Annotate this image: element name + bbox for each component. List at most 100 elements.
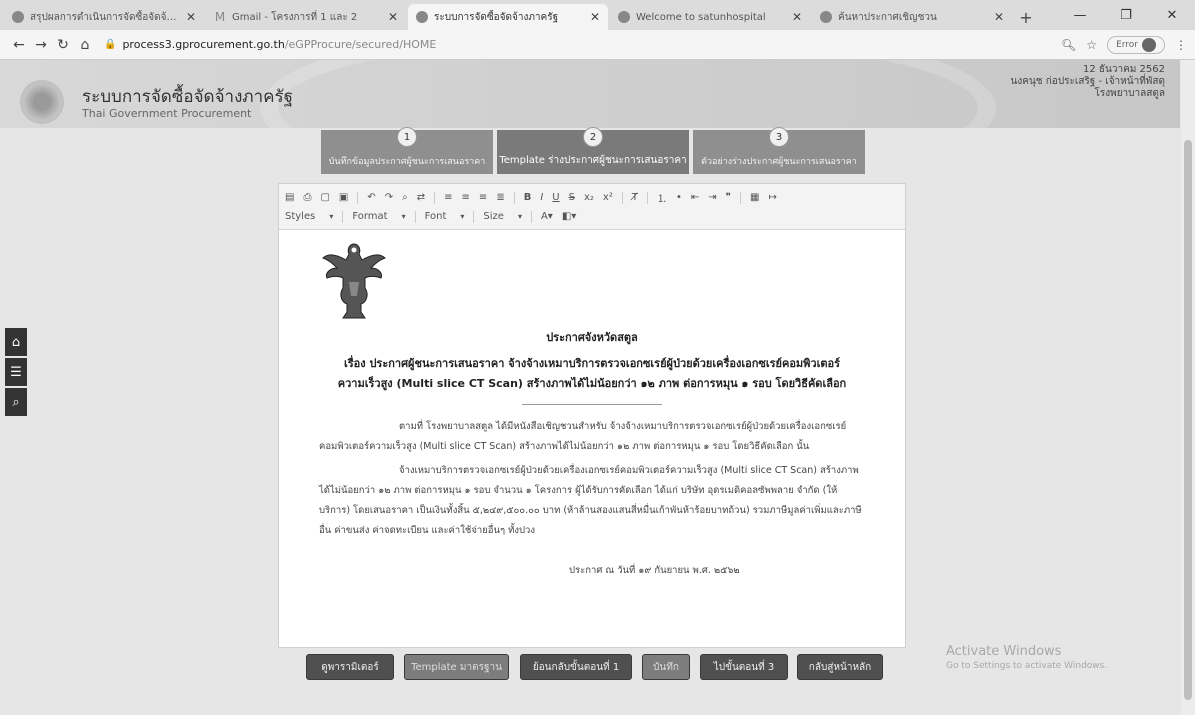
header-date: 12 ธันวาคม 2562 (1083, 64, 1165, 75)
rich-text-editor: ▤ ⎙ ▢ ▣ ↶ ↷ ⌕ ⇄ ≡ ≡ ≡ ≣ B I U S x₂ x² T̸… (278, 183, 906, 648)
bold-icon[interactable]: B (524, 192, 532, 203)
horizontal-rule-icon[interactable]: ↦ (768, 192, 776, 203)
home-icon[interactable]: ⌂ (74, 37, 96, 53)
scrollbar-thumb[interactable] (1184, 140, 1192, 700)
reload-icon[interactable]: ↻ (52, 37, 74, 53)
paste-text-icon[interactable]: ▣ (339, 192, 348, 203)
globe-icon (618, 11, 630, 23)
url-path: /eGPProcure/secured/HOME (284, 38, 437, 51)
go-to-step-3-button[interactable]: ไปขั้นตอนที่ 3 (700, 654, 788, 680)
numbered-list-icon[interactable]: ⒈ (657, 190, 667, 205)
browser-tab-1[interactable]: สรุปผลการดำเนินการจัดซื้อจัดจ้าง (รา ✕ (4, 4, 204, 30)
styles-dropdown[interactable]: Styles ▾ (285, 211, 333, 222)
document-paragraph-1: ตามที่ โรงพยาบาลสตูล ได้มีหนังสือเชิญชวน… (319, 421, 847, 452)
outdent-icon[interactable]: ⇤ (691, 192, 699, 203)
hamburger-menu-icon[interactable]: ☰ (5, 358, 27, 386)
page-scrollbar[interactable] (1181, 60, 1195, 715)
back-to-home-button[interactable]: กลับสู่หน้าหลัก (797, 654, 883, 680)
browser-tab-2[interactable]: M Gmail - โครงการที่ 1 และ 2 ✕ (206, 4, 406, 30)
standard-template-button[interactable]: Template มาตรฐาน (404, 654, 509, 680)
paste-icon[interactable]: ▢ (320, 192, 329, 203)
text-color-icon[interactable]: A▾ (541, 211, 553, 222)
avatar-icon (1142, 37, 1156, 52)
watermark-line-1: Activate Windows (946, 644, 1062, 659)
close-tab-icon[interactable]: ✕ (994, 10, 1004, 24)
browser-tab-5[interactable]: ค้นหาประกาศเชิญชวน ✕ (812, 4, 1012, 30)
search-icon[interactable]: ⌕ (5, 388, 27, 416)
step-2[interactable]: 2 Template ร่างประกาศผู้ชนะการเสนอราคา (497, 127, 689, 174)
close-tab-icon[interactable]: ✕ (186, 10, 196, 24)
format-label: Format (352, 211, 388, 222)
side-toolbar: ⌂ ☰ ⌕ (5, 328, 27, 418)
step-number: 3 (769, 127, 789, 147)
profile-button[interactable]: Error (1107, 35, 1165, 54)
strikethrough-icon[interactable]: S (569, 192, 575, 203)
close-tab-icon[interactable]: ✕ (388, 10, 398, 24)
editor-toolbar: ▤ ⎙ ▢ ▣ ↶ ↷ ⌕ ⇄ ≡ ≡ ≡ ≣ B I U S x₂ x² T̸… (279, 184, 905, 230)
background-color-icon[interactable]: ◧▾ (562, 211, 576, 222)
document-subject: เรื่อง ประกาศผู้ชนะการเสนอราคา จ้างจ้างเ… (337, 357, 847, 390)
step-1[interactable]: 1 บันทึกข้อมูลประกาศผู้ชนะการเสนอราคา (321, 127, 493, 174)
styles-label: Styles (285, 211, 316, 222)
menu-icon[interactable]: ⋮ (1175, 38, 1187, 52)
print-icon[interactable]: ⎙ (303, 192, 311, 203)
home-icon[interactable]: ⌂ (5, 328, 27, 356)
align-left-icon[interactable]: ≡ (444, 192, 452, 203)
star-icon[interactable]: ☆ (1086, 38, 1097, 52)
browser-tab-4[interactable]: Welcome to satunhospital ✕ (610, 4, 810, 30)
align-justify-icon[interactable]: ≣ (496, 192, 504, 203)
size-dropdown[interactable]: Size ▾ (483, 211, 522, 222)
redo-icon[interactable]: ↷ (385, 192, 393, 203)
browser-tab-3[interactable]: ระบบการจัดซื้อจัดจ้างภาครัฐ ✕ (408, 4, 608, 30)
step-label: บันทึกข้อมูลประกาศผู้ชนะการเสนอราคา (328, 157, 486, 167)
tab-title: Welcome to satunhospital (636, 11, 766, 23)
replace-icon[interactable]: ⇄ (417, 192, 425, 203)
blockquote-icon[interactable]: ❞ (726, 192, 731, 203)
italic-icon[interactable]: I (540, 192, 543, 203)
find-icon[interactable]: ⌕ (402, 192, 408, 203)
save-button[interactable]: บันทึก (642, 654, 690, 680)
font-dropdown[interactable]: Font ▾ (425, 211, 465, 222)
editor-content[interactable]: ประกาศจังหวัดสตูล เรื่อง ประกาศผู้ชนะการ… (279, 230, 905, 578)
back-icon[interactable]: ← (8, 37, 30, 53)
superscript-icon[interactable]: x² (603, 192, 613, 203)
bullet-list-icon[interactable]: • (676, 192, 682, 203)
back-to-step-1-button[interactable]: ย้อนกลับขั้นตอนที่ 1 (520, 654, 632, 680)
remove-format-icon[interactable]: T̸ (632, 192, 638, 203)
align-right-icon[interactable]: ≡ (479, 192, 487, 203)
close-tab-icon[interactable]: ✕ (590, 10, 600, 24)
underline-icon[interactable]: U (552, 192, 559, 203)
lock-icon: 🔒 (104, 39, 117, 50)
minimize-icon[interactable]: — (1057, 0, 1103, 30)
tab-title: ค้นหาประกาศเชิญชวน (838, 11, 937, 23)
tab-title: ระบบการจัดซื้อจัดจ้างภาครัฐ (434, 11, 559, 23)
step-3[interactable]: 3 ตัวอย่างร่างประกาศผู้ชนะการเสนอราคา (693, 127, 865, 174)
align-center-icon[interactable]: ≡ (462, 192, 470, 203)
size-label: Size (483, 211, 504, 222)
format-dropdown[interactable]: Format ▾ (352, 211, 405, 222)
forward-icon[interactable]: → (30, 37, 52, 53)
indent-icon[interactable]: ⇥ (708, 192, 716, 203)
table-icon[interactable]: ▦ (750, 192, 759, 203)
source-icon[interactable]: ▤ (285, 192, 294, 203)
garuda-emblem-icon (322, 243, 386, 319)
browser-tab-strip: สรุปผลการดำเนินการจัดซื้อจัดจ้าง (รา ✕ M… (0, 0, 1195, 30)
subscript-icon[interactable]: x₂ (584, 192, 594, 203)
user-info: 12 ธันวาคม 2562 นงคนุช ก่อประเสริฐ - เจ้… (1011, 64, 1165, 100)
profile-label: Error (1116, 39, 1138, 50)
header-user: นงคนุช ก่อประเสริฐ - เจ้าหน้าที่พัสดุ (1010, 76, 1165, 87)
undo-icon[interactable]: ↶ (367, 192, 375, 203)
tab-title: สรุปผลการดำเนินการจัดซื้อจัดจ้าง (รา (30, 11, 180, 23)
tab-title: Gmail - โครงการที่ 1 และ 2 (232, 11, 358, 23)
new-tab-icon[interactable]: + (1014, 4, 1038, 30)
zoom-icon[interactable]: 🔍︎ (1061, 38, 1076, 52)
view-parameters-button[interactable]: ดูพารามิเตอร์ (306, 654, 394, 680)
divider (522, 404, 662, 405)
url-field[interactable]: 🔒 process3.gprocurement.go.th/eGPProcure… (104, 33, 1061, 57)
maximize-icon[interactable]: ❐ (1103, 0, 1149, 30)
close-window-icon[interactable]: ✕ (1149, 0, 1195, 30)
globe-icon (12, 11, 24, 23)
close-tab-icon[interactable]: ✕ (792, 10, 802, 24)
step-number: 2 (583, 127, 603, 147)
step-label: Template ร่างประกาศผู้ชนะการเสนอราคา (499, 155, 687, 166)
